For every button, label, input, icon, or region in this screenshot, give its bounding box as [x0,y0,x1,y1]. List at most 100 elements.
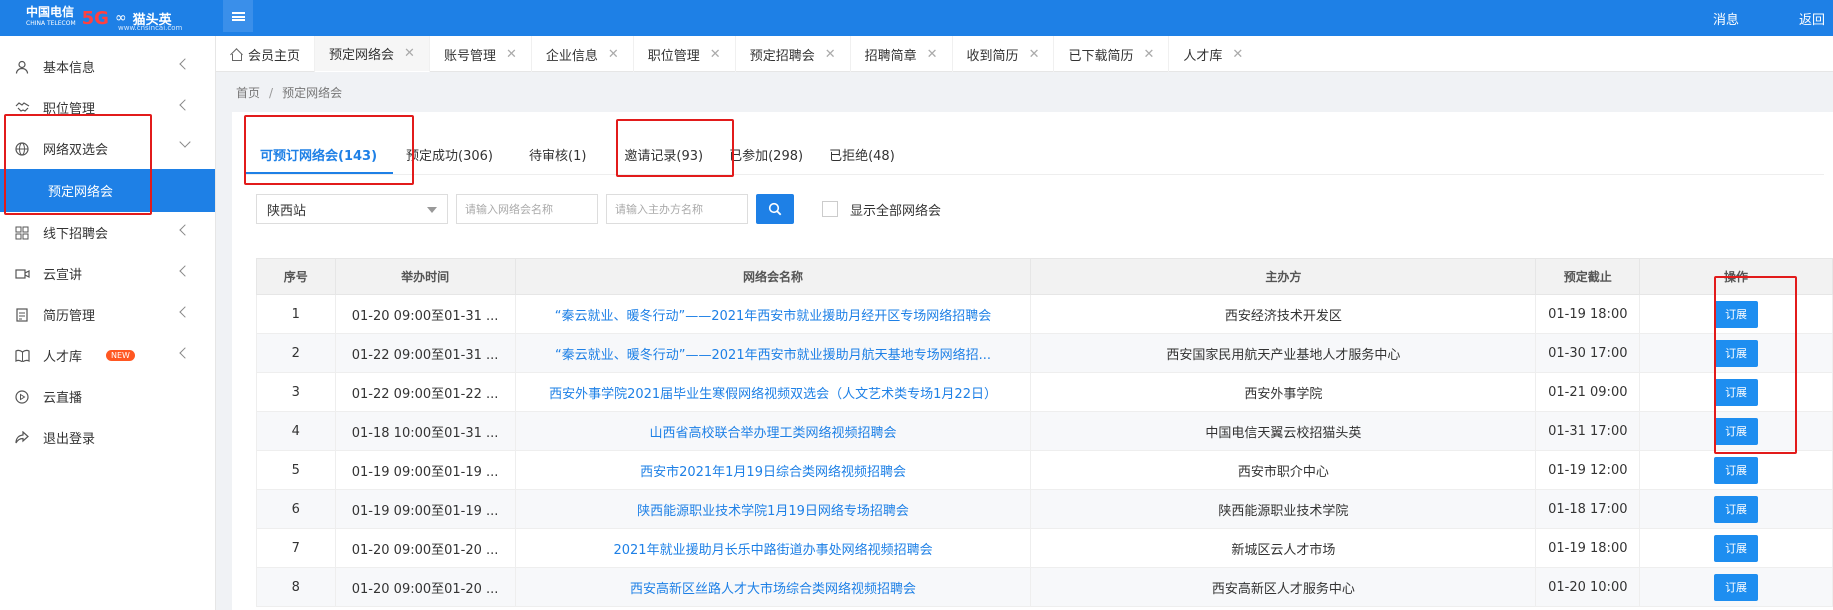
tab-label: 职位管理 [647,48,700,64]
cell-host: 西安经济技术开发区 [1030,294,1537,334]
menu-toggle-button[interactable] [223,0,253,32]
book-button[interactable]: 订展 [1714,534,1759,562]
cell-deadline: 01-19 18:00 [1535,528,1641,568]
cell-host: 陕西能源职业技术学院 [1030,489,1537,529]
sidebar-item-label: 简历管理 [43,309,96,324]
chevron-down-icon [179,136,191,148]
table-header-row: 序号 举办时间 网络会名称 主办方 预定截止 操作 [256,258,1833,295]
top-bar: 中国电信 CHINA TELECOM 5G ∞ 猫头英 www.cnsincai… [0,0,1833,36]
close-icon[interactable]: ✕ [825,47,836,62]
sidebar-item-resume-management[interactable]: 简历管理 [0,294,215,335]
sidebar-item-talent-pool[interactable]: 人才库 NEW [0,335,215,376]
new-badge: NEW [106,350,135,361]
close-icon[interactable]: ✕ [404,46,415,61]
close-icon[interactable]: ✕ [608,47,619,62]
cell-no: 3 [256,372,336,412]
cell-action: 订展 [1639,489,1833,529]
cell-time: 01-20 09:00至01-31 ... [334,294,516,334]
highlight-box-book-buttons [1714,276,1797,454]
sidebar-item-label: 云宣讲 [43,268,83,283]
tab-talent-pool[interactable]: 人才库 ✕ [1169,36,1257,72]
cell-host: 西安外事学院 [1030,372,1537,412]
cell-fair-name-link[interactable]: 山西省高校联合举办理工类网络视频招聘会 [514,411,1032,451]
cell-action: 订展 [1639,567,1833,607]
cell-fair-name-link[interactable]: 西安外事学院2021届毕业生寒假网络视频双选会（人文艺术类专场1月22日） [514,372,1032,412]
chevron-left-icon [179,265,191,277]
tab-recruitment-brochure[interactable]: 招聘简章 ✕ [851,36,953,72]
sidebar-item-label: 线下招聘会 [43,227,109,242]
tab-downloaded-resumes[interactable]: 已下载简历 ✕ [1054,36,1170,72]
sidebar-item-offline-fair[interactable]: 线下招聘会 [0,212,215,253]
sidebar-item-cloud-live[interactable]: 云直播 [0,376,215,417]
tab-label: 预定招聘会 [749,48,815,64]
book-button[interactable]: 订展 [1714,573,1759,601]
host-name-input[interactable] [606,194,748,224]
cell-time: 01-19 09:00至01-19 ... [334,450,516,490]
station-select-value: 陕西站 [267,203,307,219]
close-icon[interactable]: ✕ [1029,47,1040,62]
cell-fair-name-link[interactable]: 2021年就业援助月长乐中路街道办事处网络视频招聘会 [514,528,1032,568]
tab-label: 招聘简章 [864,48,917,64]
fair-name-input[interactable] [456,194,598,224]
chevron-left-icon [179,224,191,236]
close-icon[interactable]: ✕ [1232,47,1243,62]
station-select[interactable]: 陕西站 [256,194,448,224]
book-button[interactable]: 订展 [1714,456,1759,484]
cell-fair-name-link[interactable]: 西安市2021年1月19日综合类网络视频招聘会 [514,450,1032,490]
tab-job-management[interactable]: 职位管理 ✕ [634,36,736,72]
share-icon [14,430,30,446]
sidebar-item-cloud-presentation[interactable]: 云宣讲 [0,253,215,294]
cell-host: 西安高新区人才服务中心 [1030,567,1537,607]
breadcrumb-current: 预定网络会 [282,86,343,100]
table-row: 3 01-22 09:00至01-22 ... 西安外事学院2021届毕业生寒假… [256,372,1833,412]
show-all-label: 显示全部网络会 [850,203,942,219]
back-link[interactable]: 返回 [1799,9,1833,28]
close-icon[interactable]: ✕ [927,47,938,62]
cell-deadline: 01-19 12:00 [1535,450,1641,490]
play-icon [14,389,30,405]
sidebar-item-basic-info[interactable]: 基本信息 [0,46,215,87]
tab-company-info[interactable]: 企业信息 ✕ [532,36,634,72]
cell-host: 中国电信天翼云校招猫头英 [1030,411,1537,451]
tab-account-management[interactable]: 账号管理 ✕ [430,36,532,72]
tab-book-job-fair[interactable]: 预定招聘会 ✕ [736,36,851,72]
cell-no: 2 [256,333,336,373]
cell-action: 订展 [1639,450,1833,490]
cell-no: 8 [256,567,336,607]
tab-member-home[interactable]: 会员主页 [216,36,316,72]
cell-deadline: 01-20 10:00 [1535,567,1641,607]
sidebar-item-label: 云直播 [43,391,83,406]
cell-host: 新城区云人才市场 [1030,528,1537,568]
col-header-deadline: 预定截止 [1535,258,1641,295]
close-icon[interactable]: ✕ [710,47,721,62]
content-card: 可预订网络会(143) 预定成功(306) 待审核(1) 邀请记录(93) 已参… [232,112,1833,610]
chevron-left-icon [179,347,191,359]
close-icon[interactable]: ✕ [506,47,517,62]
table-row: 7 01-20 09:00至01-20 ... 2021年就业援助月长乐中路街道… [256,528,1833,568]
online-fairs-table: 序号 举办时间 网络会名称 主办方 预定截止 操作 1 01-20 09:00至… [256,258,1833,607]
search-button[interactable] [756,194,794,224]
sidebar-item-logout[interactable]: 退出登录 [0,417,215,458]
tab-book-online-fair[interactable]: 预定网络会 ✕ [315,36,430,72]
sidebar-item-label: 人才库 [43,350,83,365]
cell-fair-name-link[interactable]: “秦云就业、暖冬行动”——2021年西安市就业援助月经开区专场网络招聘会 [514,294,1032,334]
messages-link[interactable]: 消息 [1713,9,1739,28]
subtab-pending[interactable]: 待审核(1) [518,134,597,174]
cell-no: 1 [256,294,336,334]
cell-fair-name-link[interactable]: 陕西能源职业技术学院1月19日网络专场招聘会 [514,489,1032,529]
show-all-checkbox[interactable] [822,201,838,217]
tab-received-resumes[interactable]: 收到简历 ✕ [953,36,1055,72]
video-icon [14,266,30,282]
search-icon [768,202,782,216]
chevron-left-icon [179,306,191,318]
cell-time: 01-20 09:00至01-20 ... [334,567,516,607]
table-row: 2 01-22 09:00至01-31 ... “秦云就业、暖冬行动”——202… [256,333,1833,373]
cell-time: 01-18 10:00至01-31 ... [334,411,516,451]
subtab-rejected[interactable]: 已拒绝(48) [818,134,906,174]
book-button[interactable]: 订展 [1714,495,1759,523]
breadcrumb-home[interactable]: 首页 [236,86,260,100]
cell-fair-name-link[interactable]: “秦云就业、暖冬行动”——2021年西安市就业援助月航天基地专场网络招... [514,333,1032,373]
cell-fair-name-link[interactable]: 西安高新区丝路人才大市场综合类网络视频招聘会 [514,567,1032,607]
filter-bar: 陕西站 显示全部网络会 [256,194,941,224]
close-icon[interactable]: ✕ [1143,47,1154,62]
